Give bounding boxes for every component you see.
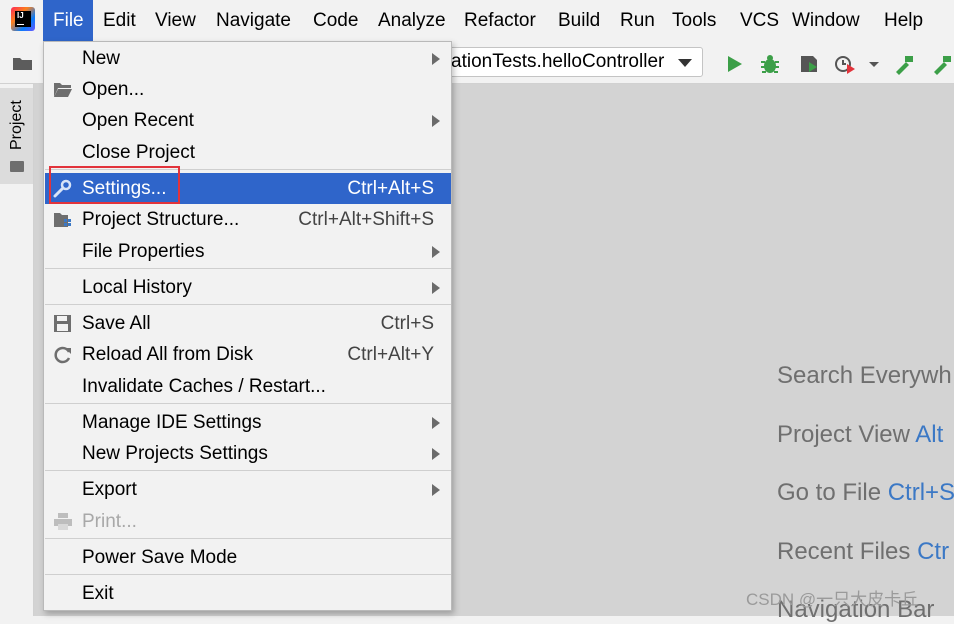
build-hammer-icon[interactable] (892, 52, 916, 76)
menu-item-project-structure[interactable]: Project Structure... Ctrl+Alt+Shift+S (45, 204, 451, 235)
menu-separator (45, 403, 451, 404)
menu-item-label: Save All (82, 313, 151, 334)
reload-icon (54, 346, 71, 364)
intellij-logo: IJ (11, 7, 35, 31)
profiler-icon[interactable] (833, 52, 857, 76)
debug-icon[interactable] (758, 52, 782, 76)
menu-refactor[interactable]: Refactor (454, 0, 546, 41)
menu-help[interactable]: Help (874, 0, 933, 41)
menu-separator (45, 538, 451, 539)
hint-go-to-file: Go to File Ctrl+S (777, 479, 954, 506)
chevron-down-icon[interactable] (862, 52, 886, 76)
menu-edit[interactable]: Edit (93, 0, 146, 41)
open-folder-icon[interactable] (12, 56, 34, 71)
chevron-down-icon (678, 59, 692, 67)
menu-item-save-all[interactable]: Save All Ctrl+S (45, 308, 451, 339)
menu-item-label: New Projects Settings (82, 443, 268, 464)
menu-item-close-project[interactable]: Close Project (45, 137, 451, 168)
menu-item-invalidate-caches[interactable]: Invalidate Caches / Restart... (45, 371, 451, 402)
file-menu-dropdown: New Open... Open Recent Close Project Se… (43, 41, 452, 611)
menu-code[interactable]: Code (303, 0, 368, 41)
menu-separator (45, 470, 451, 471)
rebuild-icon[interactable] (930, 52, 954, 76)
menu-item-label: Power Save Mode (82, 547, 238, 568)
menu-item-label: Project Structure... (82, 209, 240, 230)
menu-item-shortcut: Ctrl+Alt+S (347, 178, 434, 199)
submenu-arrow-icon (432, 448, 440, 460)
menu-item-open[interactable]: Open... (45, 74, 451, 105)
submenu-arrow-icon (432, 484, 440, 496)
menu-item-manage-ide-settings[interactable]: Manage IDE Settings (45, 407, 451, 438)
menu-item-label: Local History (82, 277, 192, 298)
hint-search-everywhere: Search Everywh (777, 362, 952, 389)
folder-open-icon (54, 83, 72, 97)
menu-tools[interactable]: Tools (662, 0, 726, 41)
menu-item-label: Export (82, 479, 137, 500)
folder-icon (10, 161, 24, 172)
menu-item-label: Manage IDE Settings (82, 412, 262, 433)
menu-file[interactable]: File (43, 0, 93, 41)
menu-item-file-properties[interactable]: File Properties (45, 236, 451, 267)
menu-item-new[interactable]: New (45, 43, 451, 74)
submenu-arrow-icon (432, 115, 440, 127)
menu-item-local-history[interactable]: Local History (45, 272, 451, 303)
coverage-icon[interactable] (797, 52, 821, 76)
menu-item-reload-all[interactable]: Reload All from Disk Ctrl+Alt+Y (45, 339, 451, 370)
menu-item-label: Reload All from Disk (82, 344, 254, 365)
project-structure-icon (54, 213, 71, 227)
menu-run[interactable]: Run (610, 0, 665, 41)
submenu-arrow-icon (432, 246, 440, 258)
menu-separator (45, 268, 451, 269)
menu-item-new-projects-settings[interactable]: New Projects Settings (45, 438, 451, 469)
run-icon[interactable] (722, 52, 746, 76)
logo-text: IJ (15, 11, 31, 27)
menu-item-label: File Properties (82, 241, 205, 262)
hint-project-view: Project View Alt (777, 421, 944, 448)
submenu-arrow-icon (432, 282, 440, 294)
menu-item-label: Open Recent (82, 110, 194, 131)
menu-window[interactable]: Window (782, 0, 870, 41)
menu-item-print: Print... (45, 506, 451, 537)
menu-analyze[interactable]: Analyze (368, 0, 456, 41)
menu-bar: IJ File Edit View Navigate Code Analyze … (0, 0, 954, 41)
menu-view[interactable]: View (145, 0, 206, 41)
menu-build[interactable]: Build (548, 0, 610, 41)
menu-item-shortcut: Ctrl+Alt+Y (347, 344, 434, 365)
menu-item-label: Close Project (82, 142, 195, 163)
menu-item-open-recent[interactable]: Open Recent (45, 105, 451, 136)
menu-item-label: Exit (82, 583, 114, 604)
menu-item-label: Invalidate Caches / Restart... (82, 376, 326, 397)
menu-item-exit[interactable]: Exit (45, 578, 451, 609)
hint-recent-files: Recent Files Ctr (777, 538, 950, 565)
save-icon (54, 315, 71, 332)
annotation-highlight-box (49, 166, 180, 204)
print-icon (54, 513, 72, 530)
menu-vcs[interactable]: VCS (730, 0, 789, 41)
menu-navigate[interactable]: Navigate (206, 0, 301, 41)
project-tab-label: Project (8, 100, 25, 150)
menu-item-power-save-mode[interactable]: Power Save Mode (45, 542, 451, 573)
menu-separator (45, 574, 451, 575)
menu-item-label: Print... (82, 511, 137, 532)
menu-separator (45, 304, 451, 305)
menu-item-label: Open... (82, 79, 145, 100)
run-config-label: ationTests.helloController (451, 51, 665, 72)
menu-item-shortcut: Ctrl+S (380, 313, 434, 334)
menu-item-export[interactable]: Export (45, 474, 451, 505)
submenu-arrow-icon (432, 53, 440, 65)
run-configuration-select[interactable]: ationTests.helloController (440, 47, 703, 77)
menu-item-label: New (82, 48, 121, 69)
submenu-arrow-icon (432, 417, 440, 429)
menu-item-shortcut: Ctrl+Alt+Shift+S (298, 209, 434, 230)
watermark: CSDN @一只大皮卡丘 (746, 590, 919, 609)
